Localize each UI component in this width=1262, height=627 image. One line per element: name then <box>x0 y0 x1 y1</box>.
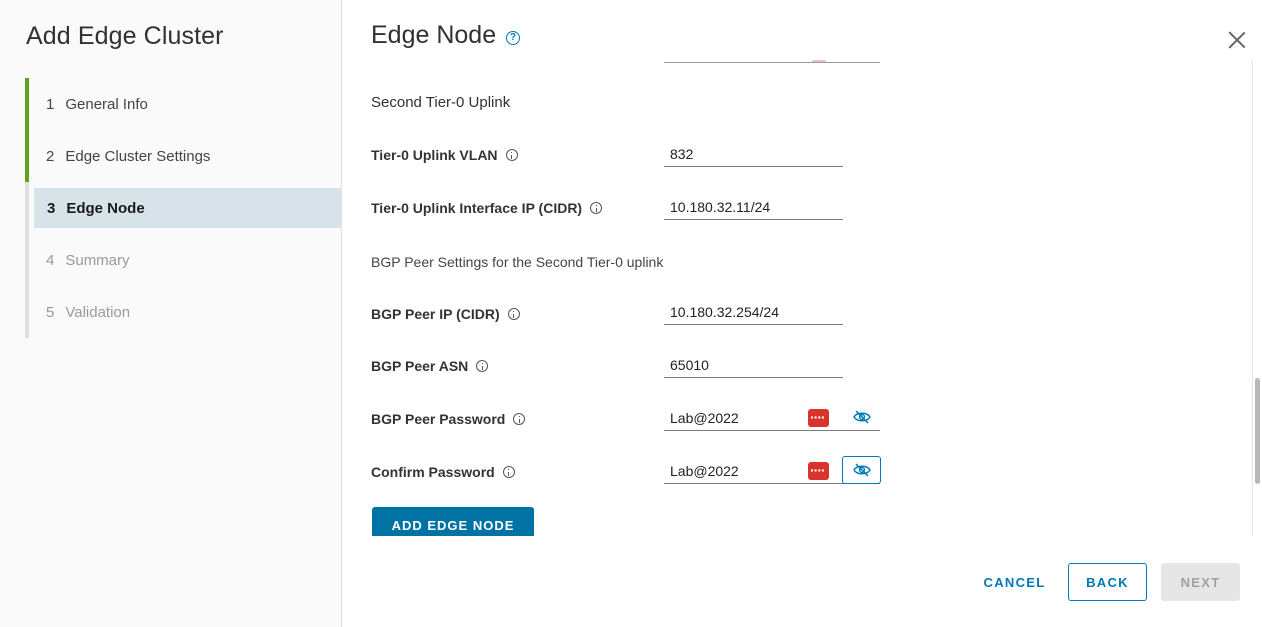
info-icon[interactable] <box>513 413 526 425</box>
uplink-ip-label: Tier-0 Uplink Interface IP (CIDR) <box>371 200 603 216</box>
previous-field-underline <box>664 60 880 63</box>
previous-field-marker <box>812 60 826 62</box>
password-manager-icon[interactable] <box>808 459 829 481</box>
step-label: Edge Cluster Settings <box>65 147 211 165</box>
uplink-vlan-label: Tier-0 Uplink VLAN <box>371 147 518 163</box>
wizard-steps: 1 General Info 2 Edge Cluster Settings 3… <box>25 78 342 338</box>
next-button: NEXT <box>1161 563 1240 601</box>
eye-slash-icon <box>852 463 871 477</box>
step-edge-node[interactable]: 3 Edge Node <box>25 182 342 234</box>
back-button[interactable]: BACK <box>1068 563 1147 601</box>
info-icon[interactable] <box>590 202 603 214</box>
step-progress-bar <box>25 286 29 338</box>
bgp-peer-asn-input[interactable]: 65010 <box>664 354 843 378</box>
confirm-password-input[interactable]: Lab@2022 <box>664 456 881 484</box>
info-icon[interactable] <box>502 466 515 478</box>
step-number: 3 <box>47 199 56 217</box>
confirm-password-value: Lab@2022 <box>670 463 739 479</box>
form-scrollbar[interactable] <box>1252 60 1260 536</box>
wizard-title: Add Edge Cluster <box>26 22 224 50</box>
step-label: Edge Node <box>66 199 145 217</box>
page-title: Edge Node ? <box>371 21 521 50</box>
step-progress-bar <box>25 78 29 130</box>
bgp-peer-asn-label-text: BGP Peer ASN <box>371 358 469 374</box>
step-number: 4 <box>46 251 55 269</box>
bgp-peer-password-input[interactable]: Lab@2022 <box>664 406 880 431</box>
confirm-password-label: Confirm Password <box>371 464 515 480</box>
password-manager-icon[interactable] <box>808 406 829 428</box>
scrollbar-thumb[interactable] <box>1255 378 1260 484</box>
wizard-content: Edge Node ? Second Tier-0 Uplink Tier-0 … <box>342 0 1262 627</box>
toggle-password-visibility-button[interactable] <box>842 403 881 431</box>
step-label: General Info <box>65 95 148 113</box>
bgp-peer-password-value: Lab@2022 <box>670 410 739 426</box>
step-summary: 4 Summary <box>25 234 342 286</box>
bgp-peer-ip-label: BGP Peer IP (CIDR) <box>371 306 520 322</box>
step-edge-cluster-settings[interactable]: 2 Edge Cluster Settings <box>25 130 342 182</box>
confirm-password-label-text: Confirm Password <box>371 464 495 480</box>
step-progress-bar <box>25 130 29 182</box>
step-progress-bar <box>25 182 29 234</box>
step-general-info[interactable]: 1 General Info <box>25 78 342 130</box>
add-edge-node-button[interactable]: ADD EDGE NODE <box>372 507 534 536</box>
step-validation: 5 Validation <box>25 286 342 338</box>
help-icon[interactable]: ? <box>506 30 521 45</box>
info-icon[interactable] <box>507 308 520 320</box>
form-scroll-area: Second Tier-0 Uplink Tier-0 Uplink VLAN … <box>342 60 1252 536</box>
page-title-text: Edge Node <box>371 21 497 49</box>
uplink-vlan-label-text: Tier-0 Uplink VLAN <box>371 147 498 163</box>
cancel-button[interactable]: CANCEL <box>972 563 1057 601</box>
bgp-peer-ip-input[interactable]: 10.180.32.254/24 <box>664 301 843 325</box>
step-number: 1 <box>46 95 55 113</box>
wizard-sidebar: Add Edge Cluster 1 General Info 2 Edge C… <box>0 0 342 627</box>
step-label: Summary <box>65 251 130 269</box>
uplink-ip-label-text: Tier-0 Uplink Interface IP (CIDR) <box>371 200 583 216</box>
eye-slash-icon <box>852 410 871 424</box>
toggle-confirm-visibility-button[interactable] <box>842 456 881 484</box>
step-number: 2 <box>46 147 55 165</box>
bgp-section-heading: BGP Peer Settings for the Second Tier-0 … <box>371 254 664 270</box>
bgp-peer-password-label: BGP Peer Password <box>371 411 526 427</box>
uplink-vlan-input[interactable]: 832 <box>664 143 843 167</box>
info-icon[interactable] <box>476 360 489 372</box>
second-uplink-heading: Second Tier-0 Uplink <box>371 94 511 111</box>
uplink-ip-input[interactable]: 10.180.32.11/24 <box>664 196 843 220</box>
bgp-peer-asn-label: BGP Peer ASN <box>371 358 489 374</box>
info-icon[interactable] <box>505 149 518 161</box>
close-icon[interactable] <box>1228 31 1246 49</box>
step-progress-bar <box>25 234 29 286</box>
step-number: 5 <box>46 303 55 321</box>
step-label: Validation <box>65 303 131 321</box>
bgp-peer-password-label-text: BGP Peer Password <box>371 411 506 427</box>
bgp-peer-ip-label-text: BGP Peer IP (CIDR) <box>371 306 500 322</box>
